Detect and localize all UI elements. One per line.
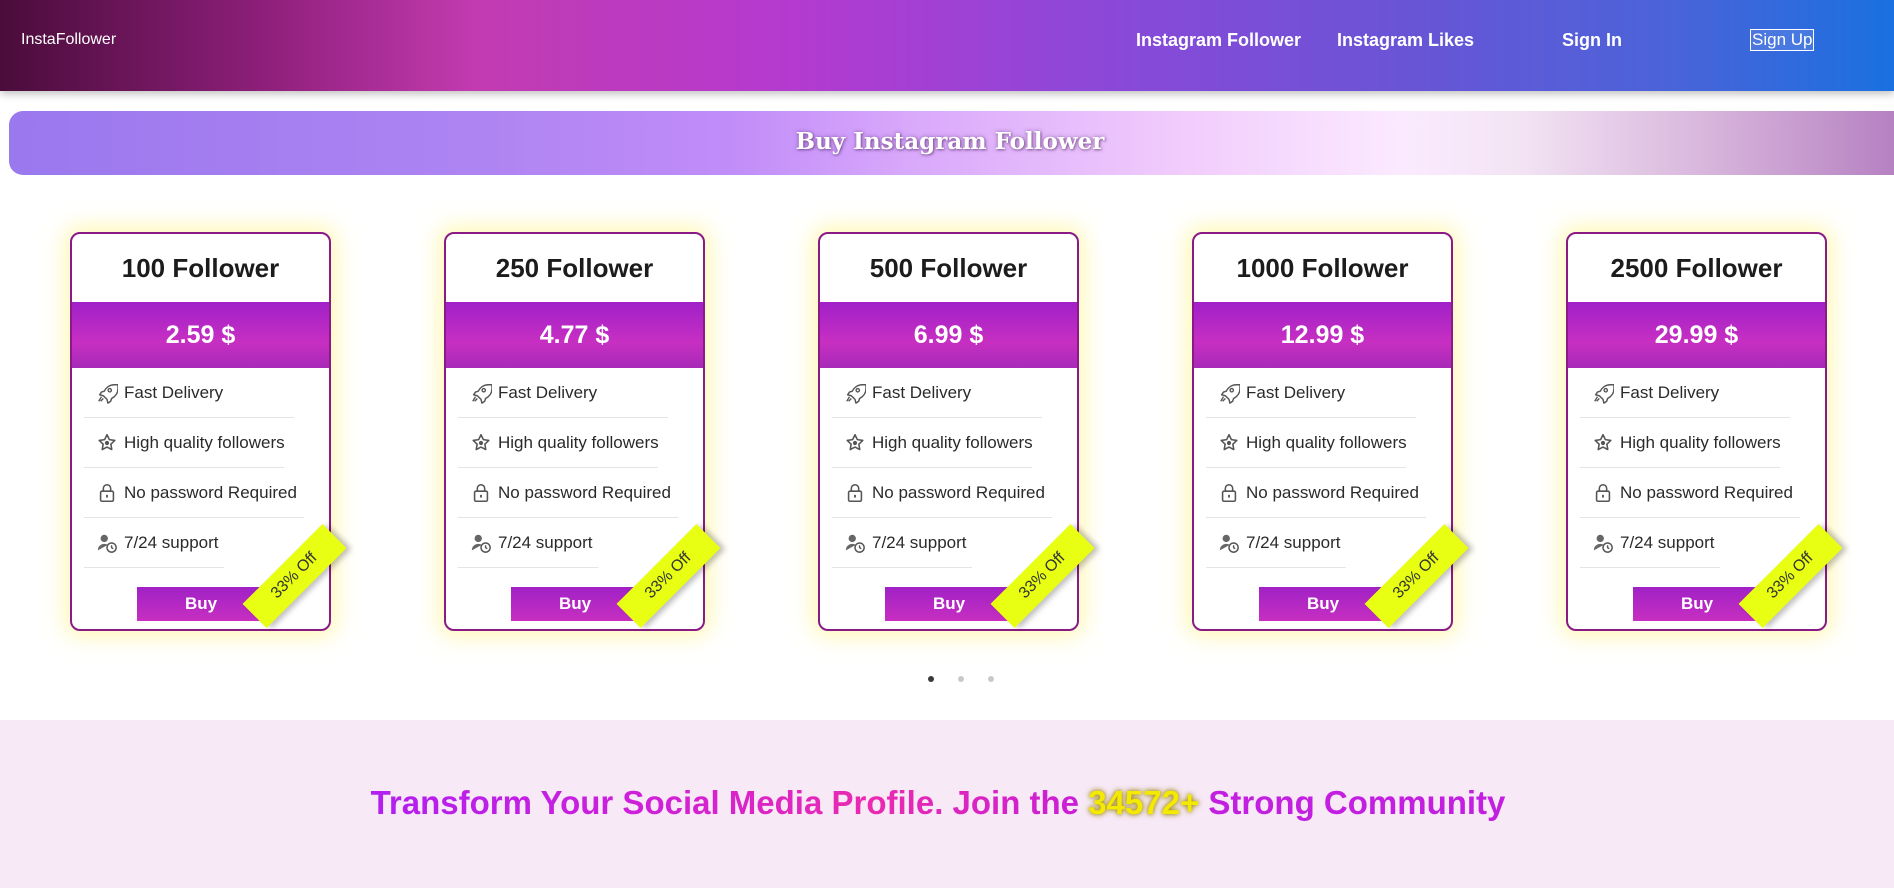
pricing-card: 500 Follower 6.99 $ Fast Delivery High qual… <box>818 232 1095 631</box>
star-badge-icon <box>1218 432 1240 454</box>
feature-no-password: No password Required <box>84 468 304 518</box>
discount-ribbon: 33% Off <box>990 524 1095 628</box>
feature-fast-delivery: Fast Delivery <box>1580 368 1790 418</box>
feature-label: No password Required <box>1246 483 1419 502</box>
feature-fast-delivery: Fast Delivery <box>1206 368 1416 418</box>
star-badge-icon <box>1592 432 1614 454</box>
tagline-text: Transform Your Social Media Profile. Joi… <box>370 784 1089 821</box>
discount-ribbon: 33% Off <box>1738 524 1843 628</box>
lock-icon <box>470 482 492 504</box>
feature-label: High quality followers <box>124 433 285 452</box>
plan-price: 12.99 $ <box>1194 302 1451 368</box>
feature-label: 7/24 support <box>1246 533 1341 552</box>
feature-label: 7/24 support <box>498 533 593 552</box>
plan-title: 250 Follower <box>495 253 654 283</box>
community-count: 34572+ <box>1088 784 1200 821</box>
pricing-card: 100 Follower 2.59 $ Fast Delivery High qual… <box>70 232 347 631</box>
pricing-card: 2500 Follower 29.99 $ Fast Delivery High qu… <box>1566 232 1843 631</box>
rocket-icon <box>1592 382 1615 404</box>
star-badge-icon <box>844 432 866 454</box>
lock-icon <box>1218 482 1240 504</box>
rocket-icon <box>1218 382 1241 404</box>
pricing-card: 1000 Follower 12.99 $ Fast Delivery High qu… <box>1192 232 1469 631</box>
user-clock-icon <box>470 532 492 554</box>
feature-label: High quality followers <box>1620 433 1781 452</box>
feature-support: 7/24 support <box>1206 518 1346 568</box>
community-tagline: Transform Your Social Media Profile. Joi… <box>0 784 1876 822</box>
feature-label: 7/24 support <box>872 533 967 552</box>
feature-label: No password Required <box>124 483 297 502</box>
plan-title: 2500 Follower <box>1610 253 1783 283</box>
user-clock-icon <box>844 532 866 554</box>
carousel-dot-1[interactable] <box>928 676 934 682</box>
plan-price: 29.99 $ <box>1568 302 1825 368</box>
feature-label: No password Required <box>1620 483 1793 502</box>
lock-icon <box>1592 482 1614 504</box>
feature-label: High quality followers <box>1246 433 1407 452</box>
plan-title: 1000 Follower <box>1236 253 1409 283</box>
feature-no-password: No password Required <box>1206 468 1426 518</box>
discount-ribbon: 33% Off <box>616 524 721 628</box>
plan-title: 100 Follower <box>121 253 280 283</box>
section-title: Buy Instagram Follower <box>795 128 1105 155</box>
sign-up-link[interactable]: Sign Up <box>1750 29 1815 51</box>
lock-icon <box>96 482 118 504</box>
feature-support: 7/24 support <box>458 518 598 568</box>
sign-in-link[interactable]: Sign In <box>1562 30 1622 51</box>
plan-title: 500 Follower <box>869 253 1028 283</box>
carousel-dot-2[interactable] <box>958 676 964 682</box>
feature-label: High quality followers <box>498 433 659 452</box>
feature-label: Fast Delivery <box>124 383 224 402</box>
feature-label: Fast Delivery <box>872 383 972 402</box>
star-badge-icon <box>96 432 118 454</box>
feature-support: 7/24 support <box>832 518 972 568</box>
feature-high-quality: High quality followers <box>1206 418 1407 468</box>
star-badge-icon <box>470 432 492 454</box>
user-clock-icon <box>1592 532 1614 554</box>
plan-price: 6.99 $ <box>820 302 1077 368</box>
feature-high-quality: High quality followers <box>458 418 659 468</box>
brand-logo[interactable]: InstaFollower <box>21 31 116 49</box>
feature-support: 7/24 support <box>1580 518 1720 568</box>
lock-icon <box>844 482 866 504</box>
feature-high-quality: High quality followers <box>832 418 1033 468</box>
rocket-icon <box>470 382 493 404</box>
feature-no-password: No password Required <box>1580 468 1800 518</box>
feature-fast-delivery: Fast Delivery <box>458 368 668 418</box>
nav-instagram-follower[interactable]: Instagram Follower <box>1136 30 1301 51</box>
user-clock-icon <box>96 532 118 554</box>
rocket-icon <box>844 382 867 404</box>
feature-no-password: No password Required <box>458 468 678 518</box>
feature-high-quality: High quality followers <box>84 418 285 468</box>
discount-ribbon: 33% Off <box>1364 524 1469 628</box>
discount-ribbon: 33% Off <box>242 524 347 628</box>
tagline-suffix: Strong Community <box>1199 784 1506 821</box>
feature-fast-delivery: Fast Delivery <box>832 368 1042 418</box>
plan-price: 4.77 $ <box>446 302 703 368</box>
feature-label: High quality followers <box>872 433 1033 452</box>
nav-instagram-likes[interactable]: Instagram Likes <box>1337 30 1474 51</box>
user-clock-icon <box>1218 532 1240 554</box>
pricing-card: 250 Follower 4.77 $ Fast Delivery High qual… <box>444 232 721 631</box>
top-navbar: InstaFollower Instagram Follower Instagr… <box>0 0 1894 91</box>
feature-label: 7/24 support <box>1620 533 1715 552</box>
feature-label: 7/24 support <box>124 533 219 552</box>
feature-label: Fast Delivery <box>498 383 598 402</box>
feature-label: No password Required <box>872 483 1045 502</box>
feature-label: Fast Delivery <box>1246 383 1346 402</box>
plan-price: 2.59 $ <box>72 302 329 368</box>
feature-label: No password Required <box>498 483 671 502</box>
feature-no-password: No password Required <box>832 468 1052 518</box>
feature-label: Fast Delivery <box>1620 383 1720 402</box>
rocket-icon <box>96 382 119 404</box>
feature-support: 7/24 support <box>84 518 224 568</box>
feature-fast-delivery: Fast Delivery <box>84 368 294 418</box>
feature-high-quality: High quality followers <box>1580 418 1781 468</box>
carousel-dot-3[interactable] <box>988 676 994 682</box>
